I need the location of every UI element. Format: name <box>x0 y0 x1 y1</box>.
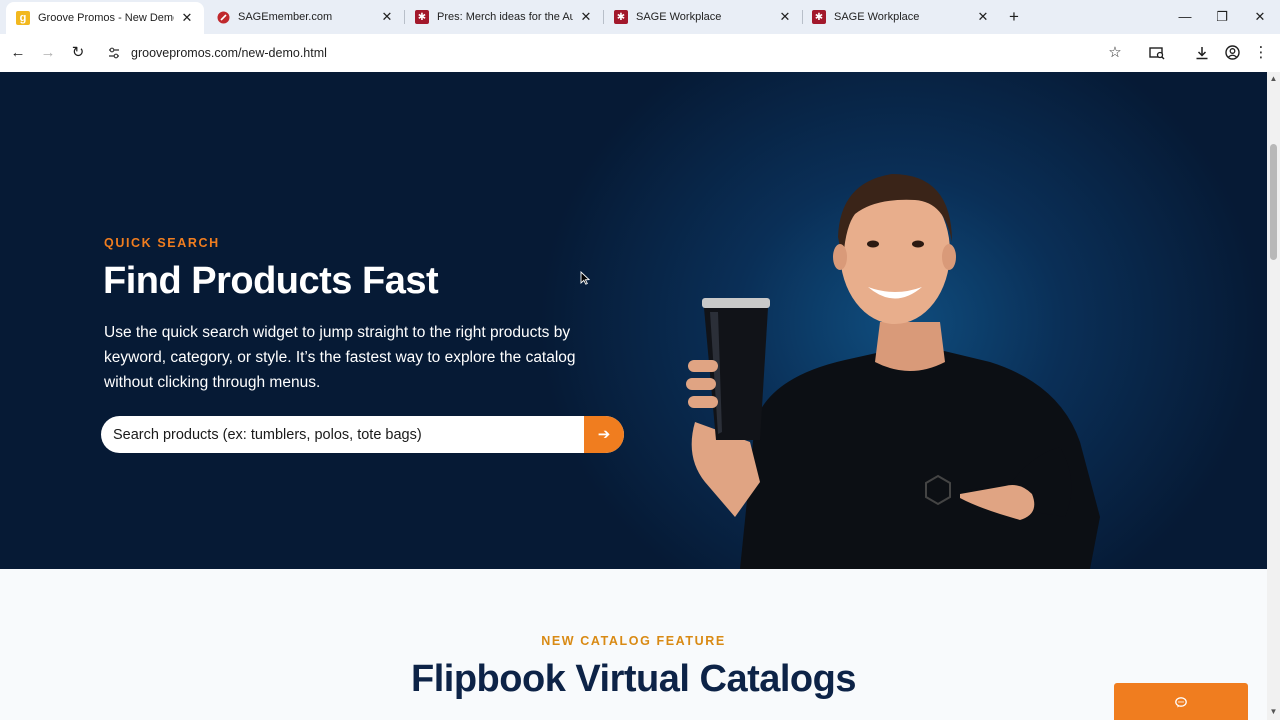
close-tab-icon[interactable]: ✕ <box>778 10 792 24</box>
hero-section: QUICK SEARCH Find Products Fast Use the … <box>0 72 1267 569</box>
close-tab-icon[interactable]: ✕ <box>380 10 394 24</box>
scroll-down-icon[interactable]: ▼ <box>1269 708 1278 716</box>
sage-star-icon: ✱ <box>812 10 826 24</box>
bookmark-star-icon[interactable]: ☆ <box>1105 43 1125 63</box>
catalog-section-title: Flipbook Virtual Catalogs <box>411 658 856 700</box>
reload-icon[interactable]: ↻ <box>68 43 88 63</box>
sage-star-icon: ✱ <box>415 10 429 24</box>
download-icon[interactable] <box>1192 43 1212 63</box>
sage-member-icon <box>216 10 230 24</box>
close-tab-icon[interactable]: ✕ <box>180 11 194 25</box>
tab-title: Groove Promos - New Demo <box>38 12 174 24</box>
url-field[interactable]: groovepromos.com/new-demo.html <box>131 46 327 60</box>
page-scrollbar[interactable]: ▲ ▼ <box>1267 72 1280 720</box>
page-viewport: QUICK SEARCH Find Products Fast Use the … <box>0 72 1267 720</box>
tab-sagemember[interactable]: SAGEmember.com ✕ <box>206 4 404 30</box>
tab-title: Pres: Merch ideas for the Austi <box>437 11 573 23</box>
tab-sage-workplace-2[interactable]: ✱ SAGE Workplace ✕ <box>802 4 1000 30</box>
profile-icon[interactable] <box>1222 43 1242 63</box>
tab-title: SAGEmember.com <box>238 11 333 23</box>
tab-title: SAGE Workplace <box>834 11 920 23</box>
address-bar: ← → ↻ groovepromos.com/new-demo.html ☆ ⋮ <box>0 34 1280 72</box>
scrollbar-thumb[interactable] <box>1270 144 1277 260</box>
tab-title: SAGE Workplace <box>636 11 722 23</box>
browser-tab-strip: g Groove Promos - New Demo ✕ SAGEmember.… <box>0 0 1280 34</box>
restore-icon[interactable]: ❐ <box>1213 8 1231 26</box>
new-tab-icon[interactable]: + <box>1005 8 1023 26</box>
back-icon[interactable]: ← <box>8 43 28 63</box>
close-tab-icon[interactable]: ✕ <box>579 10 593 24</box>
menu-kebab-icon[interactable]: ⋮ <box>1251 43 1271 63</box>
tab-sage-workplace-1[interactable]: ✱ SAGE Workplace ✕ <box>604 4 802 30</box>
close-window-icon[interactable]: ✕ <box>1251 8 1269 26</box>
tab-pres-merch-ideas[interactable]: ✱ Pres: Merch ideas for the Austi ✕ <box>405 4 603 30</box>
chat-widget-button[interactable] <box>1114 683 1248 720</box>
sage-star-icon: ✱ <box>614 10 628 24</box>
chat-bubble-icon <box>1175 695 1187 713</box>
minimize-icon[interactable]: — <box>1176 8 1194 26</box>
hero-person-image <box>686 174 1100 569</box>
mouse-cursor-icon <box>580 271 590 285</box>
catalog-eyebrow: NEW CATALOG FEATURE <box>541 634 726 648</box>
tab-groove-promos[interactable]: g Groove Promos - New Demo ✕ <box>6 2 204 34</box>
groove-g-icon: g <box>16 11 30 25</box>
arrow-right-icon: ➔ <box>597 426 611 443</box>
tab-search-icon[interactable] <box>1147 43 1167 63</box>
close-tab-icon[interactable]: ✕ <box>976 10 990 24</box>
scroll-up-icon[interactable]: ▲ <box>1269 75 1278 83</box>
hero-eyebrow: QUICK SEARCH <box>104 236 220 250</box>
hero-title: Find Products Fast <box>103 260 439 302</box>
site-info-icon[interactable] <box>107 46 121 60</box>
product-search-input[interactable] <box>101 416 584 453</box>
search-submit-button[interactable]: ➔ <box>584 416 624 453</box>
hero-description: Use the quick search widget to jump stra… <box>104 324 576 391</box>
quick-search-widget: ➔ <box>101 416 624 453</box>
forward-icon[interactable]: → <box>38 43 58 63</box>
